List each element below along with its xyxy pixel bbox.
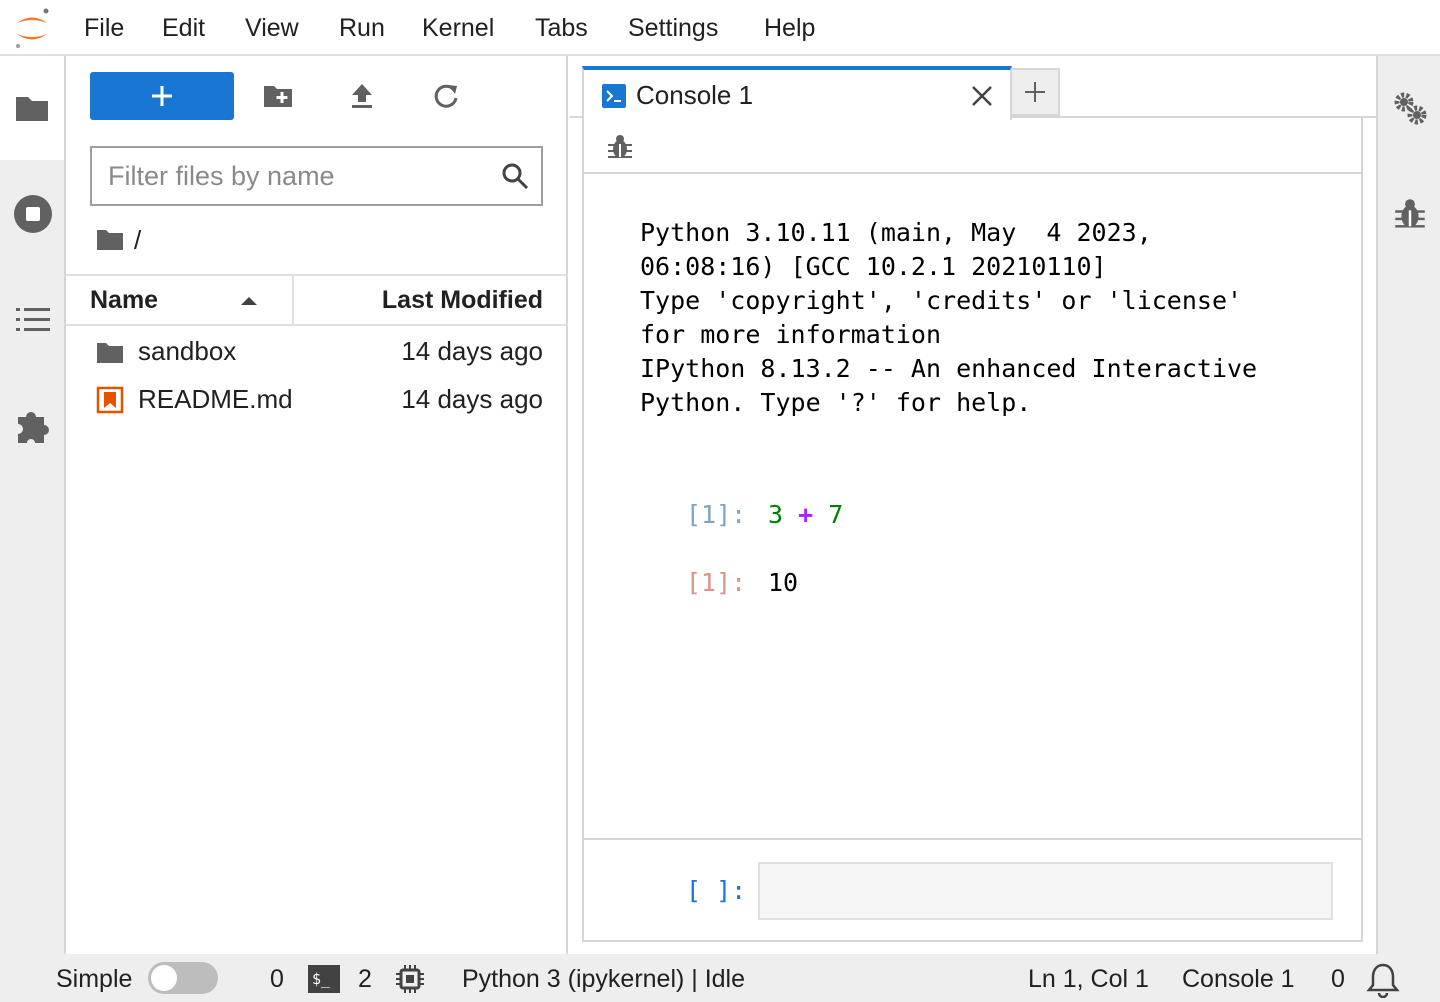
running-sessions-tab[interactable] [0,162,66,266]
file-modified: 14 days ago [401,384,543,414]
breadcrumb-root[interactable]: / [134,225,141,256]
file-browser-tab[interactable] [0,56,64,160]
stop-circle-icon [14,195,52,233]
column-divider[interactable] [292,276,294,326]
new-tab-button[interactable] [1012,68,1060,116]
close-icon[interactable] [970,84,994,108]
file-filter-box [90,146,543,206]
table-of-contents-tab[interactable] [0,268,66,372]
output-prompt: [1]: [686,568,747,597]
toggle-knob [151,965,177,991]
menu-run[interactable]: Run [339,12,385,44]
bug-icon[interactable] [608,134,632,160]
status-bar: Simple 0 $_ 2 Python 3 (ipykernel) | Idl… [0,954,1440,1002]
plus-icon [152,86,172,106]
refresh-button[interactable] [430,80,462,112]
console-toolbar [584,118,1361,174]
code-operator: + [798,500,814,529]
code-number: 3 [768,500,784,529]
simple-mode-label: Simple [56,965,133,993]
cpu-chip-icon[interactable] [395,964,425,994]
sort-ascending-icon [241,297,257,305]
plus-icon [1025,82,1045,102]
property-inspector-tab[interactable] [1378,56,1440,160]
code-number: 7 [828,500,844,529]
output-value: 10 [768,568,799,597]
terminal-icon[interactable]: $_ [308,965,340,993]
puzzle-piece-icon [18,412,50,443]
tab-console-1[interactable]: Console 1 [582,66,1012,120]
menu-file[interactable]: File [84,12,124,44]
new-folder-icon [264,86,292,107]
input-prompt: [1]: [686,500,747,529]
markdown-file-icon [96,386,124,414]
file-row-readme[interactable]: README.md 14 days ago [66,376,568,424]
list-icon [16,308,50,331]
kernel-status[interactable]: Python 3 (ipykernel) | Idle [462,964,745,994]
jupyter-logo-icon[interactable] [12,6,52,50]
extension-manager-tab[interactable] [0,374,66,478]
menu-edit[interactable]: Edit [162,12,205,44]
folder-icon [16,97,48,121]
file-row-sandbox[interactable]: sandbox 14 days ago [66,328,568,376]
input-prompt-empty: [ ]: [686,876,747,905]
new-launcher-button[interactable] [90,72,234,120]
upload-icon [352,84,372,108]
main-dock-area: Console 1 Python 3.10.11 (main, May 4 20… [570,56,1376,954]
menu-kernel[interactable]: Kernel [422,12,494,44]
bell-icon[interactable] [1366,962,1400,998]
file-name: README.md [138,384,293,414]
right-sidebar [1376,56,1440,954]
search-icon[interactable] [501,162,529,190]
gears-icon [1394,92,1427,125]
home-folder-icon[interactable] [96,228,124,252]
refresh-icon [434,84,458,108]
bug-icon [1395,199,1425,228]
left-sidebar [0,56,66,954]
file-name: sandbox [138,336,237,366]
console-icon [602,84,626,108]
menu-help[interactable]: Help [764,12,815,44]
filter-files-input[interactable] [108,148,488,204]
menu-view[interactable]: View [245,12,299,44]
upload-button[interactable] [346,80,378,112]
column-name-header[interactable]: Name [90,286,158,315]
new-folder-button[interactable] [262,80,294,112]
console-panel: Python 3.10.11 (main, May 4 2023, 06:08:… [582,118,1363,942]
active-document-name: Console 1 [1182,965,1295,993]
terminals-count[interactable]: 0 [270,964,284,994]
cursor-position[interactable]: Ln 1, Col 1 [1028,964,1149,994]
column-modified-header[interactable]: Last Modified [382,286,543,315]
menu-settings[interactable]: Settings [628,12,718,44]
breadcrumb: / [96,224,141,256]
debugger-tab[interactable] [1378,162,1440,266]
tab-bar: Console 1 [570,56,1376,120]
prompt-divider [584,838,1361,840]
kernel-banner: Python 3.10.11 (main, May 4 2023, 06:08:… [640,218,1258,417]
menu-tabs[interactable]: Tabs [535,12,588,44]
notifications-count[interactable]: 0 [1331,964,1345,994]
file-browser-panel: / Name Last Modified sandbox 14 days ago… [66,56,568,954]
menu-bar: File Edit View Run Kernel Tabs Settings … [0,0,1440,56]
tab-label: Console 1 [636,80,754,110]
kernels-count[interactable]: 2 [358,964,372,994]
input-code[interactable]: 3 + 7 [768,498,843,532]
folder-icon [97,343,123,363]
file-list-header: Name Last Modified [66,274,568,326]
console-input-editor[interactable] [758,862,1333,920]
simple-mode-toggle[interactable] [148,962,218,994]
file-modified: 14 days ago [401,336,543,366]
